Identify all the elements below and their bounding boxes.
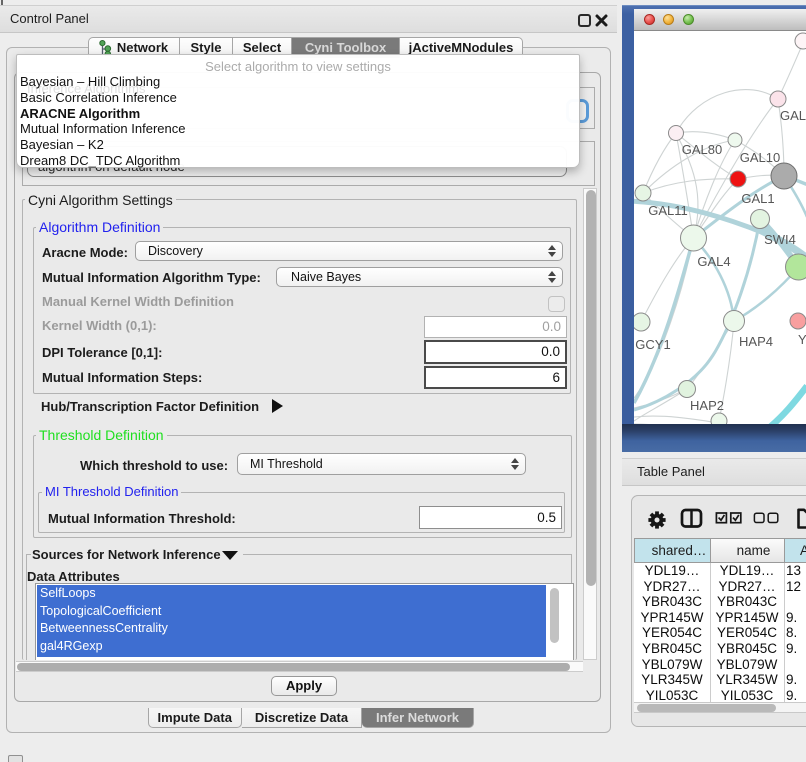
svg-text:SWI4: SWI4 xyxy=(764,232,796,247)
svg-text:GAL7: GAL7 xyxy=(780,108,806,123)
svg-text:GAL4: GAL4 xyxy=(697,254,730,269)
svg-text:GAL11: GAL11 xyxy=(648,203,688,218)
svg-text:GAL1: GAL1 xyxy=(741,191,774,206)
svg-text:HAP4: HAP4 xyxy=(739,334,773,349)
svg-text:YJ: YJ xyxy=(798,332,806,347)
svg-text:GAL80: GAL80 xyxy=(682,142,722,157)
svg-text:GCY1: GCY1 xyxy=(635,337,670,352)
svg-text:GAL10: GAL10 xyxy=(740,150,780,165)
svg-text:HAP2: HAP2 xyxy=(690,398,724,413)
